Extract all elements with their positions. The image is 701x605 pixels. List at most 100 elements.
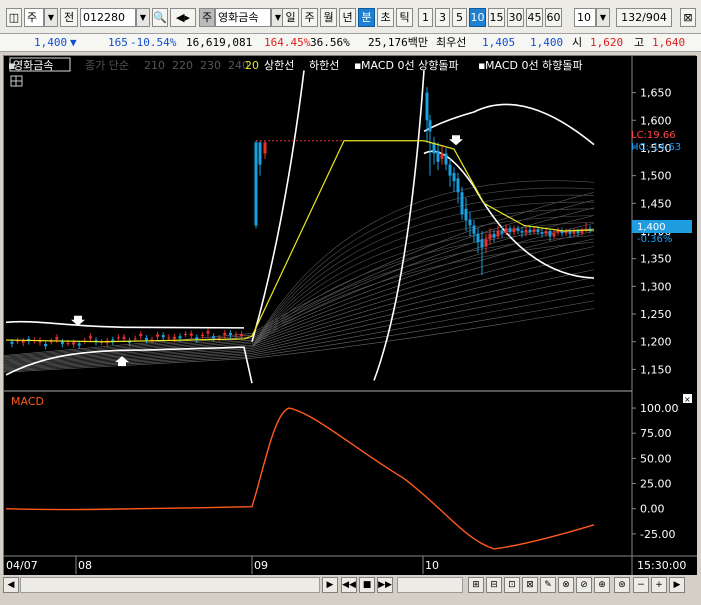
candle-body	[161, 335, 165, 338]
interval-button-1[interactable]: 1	[418, 8, 433, 27]
down-triangle-icon: ▼	[70, 36, 77, 49]
price-tick-label: 1,450	[640, 197, 672, 210]
window-icon[interactable]: ◫	[6, 8, 22, 27]
current-price-label: 1,400	[637, 222, 666, 233]
stop-icon[interactable]: ■	[359, 577, 375, 593]
tool-icon-5[interactable]: ✎	[540, 577, 556, 593]
price-tick-label: 1,650	[640, 87, 672, 100]
close-icon[interactable]: ⊠	[680, 8, 696, 27]
candle-body	[263, 142, 267, 154]
interval-button-45[interactable]: 45	[526, 8, 543, 27]
candle-body	[156, 334, 160, 337]
candle-body	[440, 153, 444, 160]
interval-button-15[interactable]: 15	[488, 8, 505, 27]
candle-body	[55, 337, 59, 340]
candle-body	[508, 228, 512, 233]
candle-body	[139, 333, 143, 337]
tool-icon-7[interactable]: ⊘	[576, 577, 592, 593]
candle-body	[172, 336, 176, 339]
candle-body	[488, 233, 492, 240]
candle-body	[144, 337, 148, 341]
stock-tag: 주	[199, 8, 215, 27]
candle-body	[536, 229, 540, 233]
time-label-09: 09	[254, 559, 268, 572]
play-icon[interactable]: ▶▶	[377, 577, 393, 593]
interval-button-30[interactable]: 30	[507, 8, 524, 27]
candle-body	[496, 231, 500, 237]
macd-tick-label: 100.00	[640, 402, 679, 415]
minus-icon[interactable]: −	[633, 577, 649, 593]
candle-body	[258, 142, 262, 165]
expand-icon[interactable]: ▶	[669, 577, 685, 593]
lc-label: LC:19.66	[631, 130, 676, 141]
rewind-icon[interactable]: ◀◀	[341, 577, 357, 593]
all-button[interactable]: 전	[60, 8, 78, 27]
interval-button-60[interactable]: 60	[545, 8, 562, 27]
period-button-6[interactable]: 틱	[396, 8, 413, 27]
period-button-2[interactable]: 월	[320, 8, 337, 27]
period-button-1[interactable]: 주	[301, 8, 318, 27]
scroll-left-icon[interactable]: ◀	[3, 577, 19, 593]
range-field: 132/904	[616, 8, 672, 27]
candle-body	[195, 337, 199, 340]
market-dropdown-icon[interactable]: ▼	[44, 8, 58, 27]
candle-body	[512, 228, 516, 233]
tool-icon-6[interactable]: ⊗	[558, 577, 574, 593]
amount: 25,176백만	[368, 36, 428, 49]
tool-icon-1[interactable]: ⊞	[468, 577, 484, 593]
candle-body	[122, 336, 126, 339]
zoom-slider[interactable]	[397, 577, 463, 593]
period-button-4[interactable]: 분	[358, 8, 375, 27]
candle-body	[464, 208, 468, 220]
market-select[interactable]: 주	[24, 8, 44, 27]
candle-body	[72, 342, 76, 345]
count-dropdown-icon[interactable]: ▼	[596, 8, 610, 27]
candle-body	[504, 228, 508, 234]
period-button-5[interactable]: 초	[377, 8, 394, 27]
period-button-3[interactable]: 년	[339, 8, 356, 27]
chart-area[interactable]: ▪ 영화금속 종가 단순 210 220 230 240 20 상한선 하한선 …	[3, 55, 697, 576]
high-price: 1,640	[652, 36, 686, 49]
candle-body	[444, 153, 448, 165]
period-button-0[interactable]: 일	[282, 8, 299, 27]
tool-icon-4[interactable]: ⊠	[522, 577, 538, 593]
count-select[interactable]: 10	[574, 8, 596, 27]
search-icon[interactable]: 🔍	[152, 8, 168, 27]
scrollbar-track[interactable]	[20, 577, 320, 593]
tool-icon-2[interactable]: ⊟	[486, 577, 502, 593]
price-tick-label: 1,500	[640, 170, 672, 183]
interval-button-5[interactable]: 5	[452, 8, 467, 27]
tool-icon-9[interactable]: ⊛	[614, 577, 630, 593]
macd-tick-label: 25.00	[640, 478, 672, 491]
price-tick-label: 1,350	[640, 253, 672, 266]
interval-button-3[interactable]: 3	[435, 8, 450, 27]
candle-body	[77, 343, 81, 346]
candle-body	[472, 225, 476, 234]
tool-icon-3[interactable]: ⊡	[504, 577, 520, 593]
volume: 16,619,081	[186, 36, 253, 49]
candle-body	[240, 333, 244, 337]
stock-code-input[interactable]: 012280	[80, 8, 136, 27]
chart-svg[interactable]: ▪ 영화금속 종가 단순 210 220 230 240 20 상한선 하한선 …	[3, 56, 697, 576]
hc-label: HC:-14.63	[631, 142, 681, 153]
best-bid-label: 최우선	[436, 36, 467, 49]
candle-body	[88, 336, 92, 339]
legend-stock-name[interactable]: 영화금속	[13, 59, 53, 72]
plus-icon[interactable]: +	[651, 577, 667, 593]
candle-body	[576, 231, 580, 234]
code-dropdown-icon[interactable]: ▼	[136, 8, 150, 27]
sound-icon[interactable]: ◀▸	[170, 8, 196, 27]
stock-name-field[interactable]: 영화금속	[215, 8, 271, 27]
interval-button-10[interactable]: 10	[469, 8, 486, 27]
scroll-right-icon[interactable]: ▶	[322, 577, 338, 593]
candle-body	[520, 231, 524, 233]
candle-body	[548, 231, 552, 237]
tool-icon-8[interactable]: ⊕	[594, 577, 610, 593]
clock-label: 15:30:00	[637, 559, 686, 572]
candle-body	[552, 232, 556, 237]
macd-tick-label: -25.00	[640, 528, 675, 541]
candle-body	[116, 337, 120, 339]
candle-body	[524, 229, 528, 233]
bottom-bar: ◀ ▶ ◀◀ ■ ▶▶ ⊞ ⊟ ⊡ ⊠ ✎ ⊗ ⊘ ⊕ ⊛ − + ▶	[0, 575, 701, 603]
macd-tick-label: 0.00	[640, 503, 665, 516]
